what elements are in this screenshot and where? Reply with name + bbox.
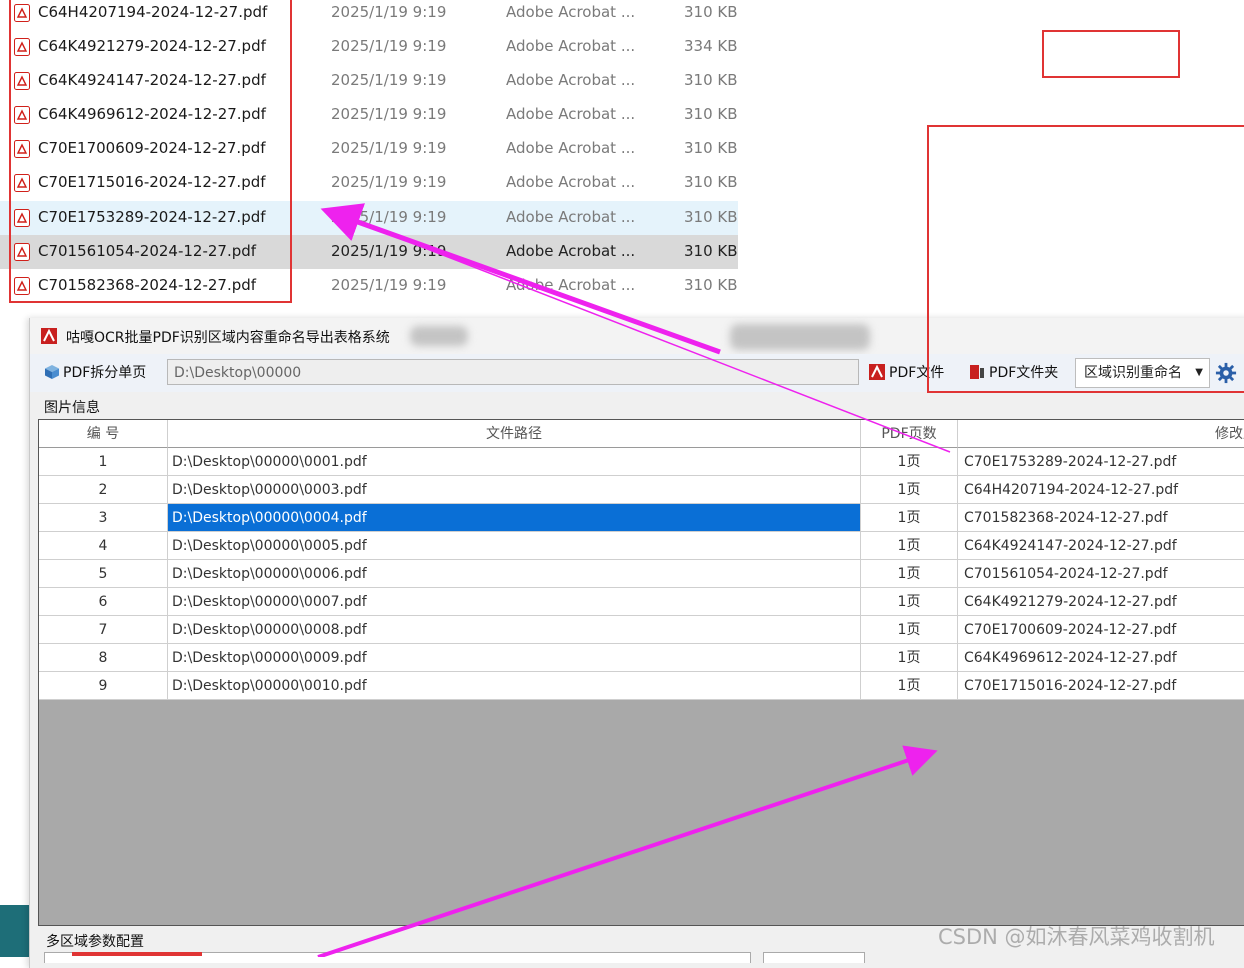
app-logo-icon — [41, 328, 57, 344]
row-index[interactable]: 6 — [39, 588, 168, 616]
desktop-background — [0, 905, 30, 957]
row-page-count[interactable]: 1页 — [861, 476, 958, 504]
file-date: 2025/1/19 9:19 — [331, 3, 447, 21]
header-index[interactable]: 编 号 — [39, 420, 168, 448]
annotation-box-original-names — [9, 0, 292, 303]
row-renamed-name[interactable]: C701582368-2024-12-27.pdf — [958, 504, 1244, 532]
row-renamed-name[interactable]: C64K4924147-2024-12-27.pdf — [958, 532, 1244, 560]
file-type: Adobe Acrobat ... — [506, 208, 636, 226]
multi-region-config-label: 多区域参数配置 — [46, 934, 144, 950]
region-config-button[interactable] — [763, 952, 865, 963]
file-type: Adobe Acrobat ... — [506, 139, 636, 157]
annotation-box-mode — [1042, 30, 1180, 78]
file-date: 2025/1/19 9:19 — [331, 139, 447, 157]
image-info-label: 图片信息 — [44, 400, 100, 416]
row-file-path[interactable]: D:\Desktop\00000\0010.pdf — [168, 672, 861, 700]
row-index[interactable]: 5 — [39, 560, 168, 588]
file-size: 334 KB — [684, 37, 738, 55]
annotation-box-renamed — [927, 125, 1244, 393]
file-date: 2025/1/19 9:19 — [331, 71, 447, 89]
header-file-path[interactable]: 文件路径 — [168, 420, 861, 448]
file-size: 310 KB — [684, 3, 738, 21]
row-file-path[interactable]: D:\Desktop\00000\0004.pdf — [168, 504, 861, 532]
row-renamed-name[interactable]: C64H4207194-2024-12-27.pdf — [958, 476, 1244, 504]
row-page-count[interactable]: 1页 — [861, 644, 958, 672]
file-type: Adobe Acrobat ... — [506, 3, 636, 21]
blurred-region — [410, 326, 468, 346]
cube-icon — [45, 365, 59, 379]
row-renamed-name[interactable]: C701561054-2024-12-27.pdf — [958, 560, 1244, 588]
file-date: 2025/1/19 9:19 — [331, 37, 447, 55]
row-file-path[interactable]: D:\Desktop\00000\0005.pdf — [168, 532, 861, 560]
row-index[interactable]: 1 — [39, 448, 168, 476]
row-index[interactable]: 2 — [39, 476, 168, 504]
app-window: 咕嘎OCR批量PDF识别区域内容重命名导出表格系统 PDF拆分单页 D:\Des… — [29, 318, 1244, 968]
file-type: Adobe Acrobat ... — [506, 105, 636, 123]
file-date: 2025/1/19 9:19 — [331, 276, 447, 294]
row-page-count[interactable]: 1页 — [861, 532, 958, 560]
file-table: 编 号文件路径PDF页数修改后文 1D:\Desktop\00000\0001.p… — [38, 419, 1244, 926]
row-renamed-name[interactable]: C64K4921279-2024-12-27.pdf — [958, 588, 1244, 616]
file-size: 310 KB — [684, 71, 738, 89]
row-file-path[interactable]: D:\Desktop\00000\0009.pdf — [168, 644, 861, 672]
row-page-count[interactable]: 1页 — [861, 448, 958, 476]
header-renamed[interactable]: 修改后文 — [958, 420, 1244, 448]
row-file-path[interactable]: D:\Desktop\00000\0001.pdf — [168, 448, 861, 476]
file-type: Adobe Acrobat ... — [506, 242, 636, 260]
row-index[interactable]: 3 — [39, 504, 168, 532]
row-file-path[interactable]: D:\Desktop\00000\0007.pdf — [168, 588, 861, 616]
row-renamed-name[interactable]: C70E1715016-2024-12-27.pdf — [958, 672, 1244, 700]
file-type: Adobe Acrobat ... — [506, 71, 636, 89]
file-type: Adobe Acrobat ... — [506, 37, 636, 55]
row-page-count[interactable]: 1页 — [861, 504, 958, 532]
file-size: 310 KB — [684, 208, 738, 226]
file-type: Adobe Acrobat ... — [506, 173, 636, 191]
header-page-count[interactable]: PDF页数 — [861, 420, 958, 448]
file-date: 2025/1/19 9:19 — [331, 173, 447, 191]
file-date: 2025/1/19 9:19 — [331, 208, 447, 226]
file-type: Adobe Acrobat ... — [506, 276, 636, 294]
row-file-path[interactable]: D:\Desktop\00000\0006.pdf — [168, 560, 861, 588]
file-date: 2025/1/19 9:19 — [331, 242, 447, 260]
row-index[interactable]: 4 — [39, 532, 168, 560]
window-title: 咕嘎OCR批量PDF识别区域内容重命名导出表格系统 — [66, 330, 390, 346]
path-input[interactable]: D:\Desktop\00000 — [167, 359, 859, 385]
row-file-path[interactable]: D:\Desktop\00000\0003.pdf — [168, 476, 861, 504]
row-page-count[interactable]: 1页 — [861, 616, 958, 644]
row-page-count[interactable]: 1页 — [861, 672, 958, 700]
row-index[interactable]: 7 — [39, 616, 168, 644]
file-size: 310 KB — [684, 173, 738, 191]
row-renamed-name[interactable]: C64K4969612-2024-12-27.pdf — [958, 644, 1244, 672]
pdf-split-button[interactable]: PDF拆分单页 — [44, 361, 146, 385]
row-renamed-name[interactable]: C70E1700609-2024-12-27.pdf — [958, 616, 1244, 644]
file-size: 310 KB — [684, 276, 738, 294]
file-date: 2025/1/19 9:19 — [331, 105, 447, 123]
row-page-count[interactable]: 1页 — [861, 560, 958, 588]
row-index[interactable]: 9 — [39, 672, 168, 700]
blurred-region — [730, 324, 870, 350]
pdf-file-icon — [869, 364, 885, 380]
row-file-path[interactable]: D:\Desktop\00000\0008.pdf — [168, 616, 861, 644]
pdf-split-label: PDF拆分单页 — [63, 365, 147, 381]
row-page-count[interactable]: 1页 — [861, 588, 958, 616]
file-size: 310 KB — [684, 242, 738, 260]
file-size: 310 KB — [684, 105, 738, 123]
row-index[interactable]: 8 — [39, 644, 168, 672]
row-renamed-name[interactable]: C70E1753289-2024-12-27.pdf — [958, 448, 1244, 476]
annotation-mark — [72, 952, 202, 956]
file-size: 310 KB — [684, 139, 738, 157]
watermark: CSDN @如沐春风菜鸡收割机 — [938, 925, 1215, 949]
